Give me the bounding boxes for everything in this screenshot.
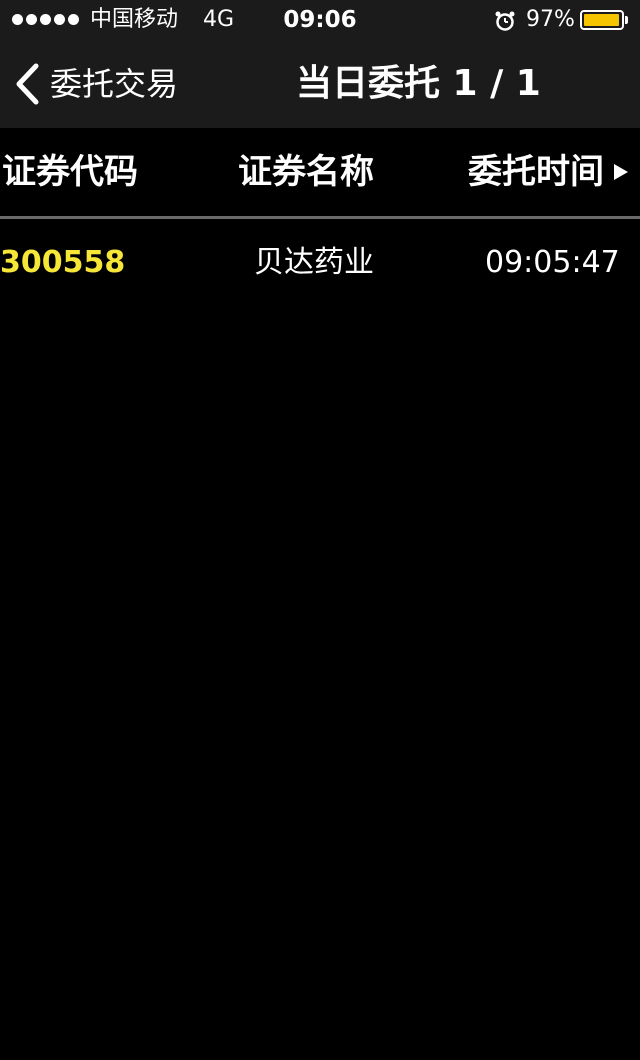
column-header-time[interactable]: 委托时间 <box>468 150 628 194</box>
navigation-bar: 委托交易 当日委托 1 / 1 <box>0 40 640 128</box>
alarm-clock-icon <box>495 11 515 31</box>
battery-percent: 97% <box>526 7 575 32</box>
stock-name: 贝达药业 <box>254 245 374 280</box>
chevron-left-icon <box>16 63 39 105</box>
battery-level-fill <box>584 14 619 26</box>
order-time: 09:05:47 <box>485 245 620 280</box>
table-header: 证券代码 证券名称 委托时间 <box>0 128 640 216</box>
column-header-time-label: 委托时间 <box>468 152 604 192</box>
stock-code: 300558 <box>0 245 126 280</box>
column-header-code[interactable]: 证券代码 <box>2 150 138 194</box>
back-button-label: 委托交易 <box>50 65 179 103</box>
column-header-name[interactable]: 证券名称 <box>238 150 374 194</box>
page-title: 当日委托 1 / 1 <box>296 63 541 104</box>
status-bar: 中国移动 4G 09:06 97% <box>0 0 640 40</box>
battery-cap <box>625 16 628 24</box>
more-columns-arrow-icon[interactable] <box>614 164 628 180</box>
battery-icon <box>580 10 624 30</box>
back-button[interactable]: 委托交易 <box>14 40 178 128</box>
table-row[interactable]: 300558 贝达药业 09:05:47 <box>0 219 640 307</box>
